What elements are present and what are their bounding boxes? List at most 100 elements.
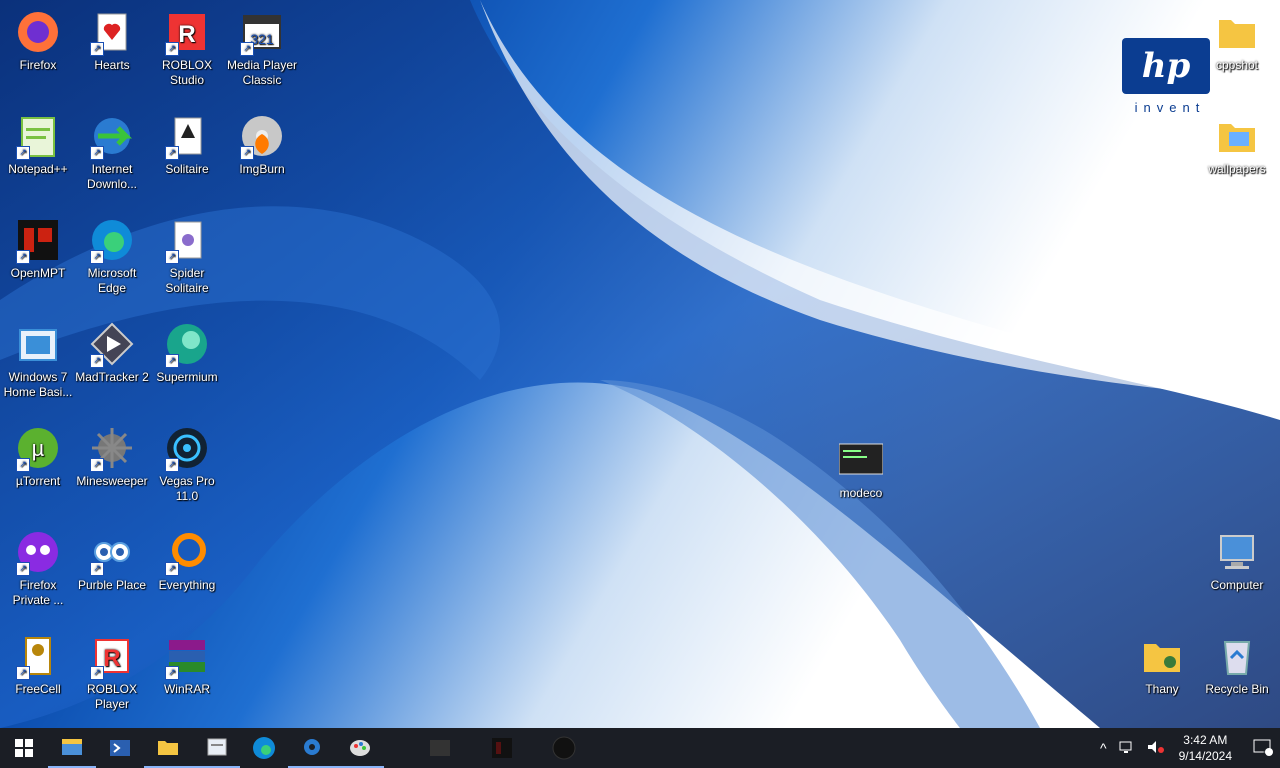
desktop-icon-label: ROBLOX Player xyxy=(86,682,137,711)
desktop-icon-purble-place[interactable]: ↗ Purble Place xyxy=(74,528,150,593)
openmpt-icon: ↗ xyxy=(14,216,62,264)
desktop-icon-label: Hearts xyxy=(94,58,130,72)
desktop-icon-solitaire[interactable]: ↗ Solitaire xyxy=(149,112,225,177)
action-center-button[interactable]: 1 xyxy=(1240,728,1280,768)
vegas-pro-icon: ↗ xyxy=(163,424,211,472)
clock[interactable]: 3:42 AM 9/14/2024 xyxy=(1171,732,1240,764)
taskbar-media-player-classic[interactable] xyxy=(416,728,464,768)
desktop-icon-label: wallpapers xyxy=(1208,162,1266,176)
desktop-icon-windows7[interactable]: Windows 7 Home Basi... xyxy=(0,320,76,400)
taskbar-app[interactable] xyxy=(540,728,588,768)
volume-muted-icon[interactable] xyxy=(1141,740,1171,757)
windows-start-icon xyxy=(15,739,33,757)
taskbar-file-explorer[interactable] xyxy=(48,728,96,768)
desktop-icon-cppshot[interactable]: cppshot xyxy=(1199,8,1275,73)
hearts-icon: ↗ xyxy=(88,8,136,56)
hp-logo: hp xyxy=(1122,38,1210,94)
media-player-classic-icon xyxy=(430,740,450,756)
desktop-icon-label: ROBLOX Studio xyxy=(161,58,212,87)
desktop-icon-thany[interactable]: Thany xyxy=(1124,632,1200,697)
firefox-private-icon: ↗ xyxy=(14,528,62,576)
desktop-icon-firefox-private[interactable]: ↗ Firefox Private ... xyxy=(0,528,76,608)
roblox-player-icon: R ↗ xyxy=(88,632,136,680)
desktop-icon-label: Recycle Bin xyxy=(1205,682,1269,696)
imgburn-icon: ↗ xyxy=(238,112,286,160)
desktop-icon-recycle-bin[interactable]: Recycle Bin xyxy=(1199,632,1275,697)
desktop-icon-computer[interactable]: Computer xyxy=(1199,528,1275,593)
utorrent-icon: µ ↗ xyxy=(14,424,62,472)
folder-icon xyxy=(1213,8,1261,56)
desktop-icon-media-player-classic[interactable]: 321 ↗ Media Player Classic xyxy=(224,8,300,88)
taskbar-openmpt[interactable] xyxy=(478,728,526,768)
desktop-icon-label: FreeCell xyxy=(15,682,61,696)
edge-icon: ↗ xyxy=(88,216,136,264)
taskbar-powershell[interactable] xyxy=(96,728,144,768)
svg-text:R: R xyxy=(178,21,195,48)
madtracker-icon: ↗ xyxy=(88,320,136,368)
desktop-icon-roblox-player[interactable]: R ↗ ROBLOX Player xyxy=(74,632,150,712)
start-button[interactable] xyxy=(0,728,48,768)
desktop-icon-label: ImgBurn xyxy=(239,162,285,176)
desktop-icon-label: Minesweeper xyxy=(76,474,148,488)
desktop-icon-edge[interactable]: ↗ Microsoft Edge xyxy=(74,216,150,296)
file-explorer-icon xyxy=(62,739,82,755)
taskbar-edge[interactable] xyxy=(240,728,288,768)
firefox-icon xyxy=(14,8,62,56)
desktop-icon-imgburn[interactable]: ↗ ImgBurn xyxy=(224,112,300,177)
windows7-icon xyxy=(14,320,62,368)
desktop-icon-modeco[interactable]: modeco xyxy=(823,436,899,501)
desktop-icon-spider-solitaire[interactable]: ↗ Spider Solitaire xyxy=(149,216,225,296)
desktop-icon-label: modeco xyxy=(839,486,883,500)
desktop-icon-notepadpp[interactable]: ↗ Notepad++ xyxy=(0,112,76,177)
taskbar-settings[interactable] xyxy=(288,728,336,768)
desktop-icon-vegas-pro[interactable]: ↗ Vegas Pro 11.0 xyxy=(149,424,225,504)
svg-text:µ: µ xyxy=(32,436,45,461)
spider-solitaire-icon: ↗ xyxy=(163,216,211,264)
show-hidden-icons-chevron-icon[interactable]: ^ xyxy=(1094,740,1113,756)
taskbar: ^ 3:42 AM 9/14/2024 1 xyxy=(0,728,1280,768)
desktop-icon-winrar[interactable]: ↗ WinRAR xyxy=(149,632,225,697)
desktop-icon-hearts[interactable]: ↗ Hearts xyxy=(74,8,150,73)
desktop-icon-madtracker[interactable]: ↗ MadTracker 2 xyxy=(74,320,150,385)
desktop-icon-label: Supermium xyxy=(156,370,218,384)
openmpt-icon xyxy=(492,738,512,758)
idm-icon: ↗ xyxy=(88,112,136,160)
notepadpp-icon: ↗ xyxy=(14,112,62,160)
desktop-icon-openmpt[interactable]: ↗ OpenMPT xyxy=(0,216,76,281)
user-folder-icon xyxy=(1138,632,1186,680)
desktop-icon-everything[interactable]: ↗ Everything xyxy=(149,528,225,593)
clock-date: 9/14/2024 xyxy=(1178,749,1232,763)
desktop-icon-label: cppshot xyxy=(1215,58,1259,72)
paint-icon xyxy=(350,740,370,756)
clock-time: 3:42 AM xyxy=(1183,733,1228,747)
winrar-icon: ↗ xyxy=(163,632,211,680)
desktop-icon-label: OpenMPT xyxy=(10,266,66,280)
system-tray: ^ 3:42 AM 9/14/2024 1 xyxy=(1094,728,1280,768)
desktop-icon-utorrent[interactable]: µ ↗ µTorrent xyxy=(0,424,76,489)
network-icon[interactable] xyxy=(1113,740,1141,757)
desktop-icon-freecell[interactable]: ↗ FreeCell xyxy=(0,632,76,697)
desktop-icon-label: Thany xyxy=(1145,682,1179,696)
purble-place-icon: ↗ xyxy=(88,528,136,576)
desktop-icon-label: Vegas Pro 11.0 xyxy=(159,474,215,503)
folder-icon xyxy=(158,741,178,755)
desktop-icon-roblox-studio[interactable]: R ↗ ROBLOX Studio xyxy=(149,8,225,88)
desktop-icon-idm[interactable]: ↗ Internet Downlo... xyxy=(74,112,150,192)
desktop-icon-wallpapers[interactable]: wallpapers xyxy=(1199,112,1275,177)
hp-tagline: invent xyxy=(1134,100,1206,115)
taskbar-paint[interactable] xyxy=(336,728,384,768)
desktop-icon-label: Computer xyxy=(1210,578,1264,592)
taskbar-folder[interactable] xyxy=(144,728,192,768)
settings-icon xyxy=(304,739,320,755)
desktop-icon-supermium[interactable]: ↗ Supermium xyxy=(149,320,225,385)
minesweeper-icon: ↗ xyxy=(88,424,136,472)
desktop-icon-minesweeper[interactable]: ↗ Minesweeper xyxy=(74,424,150,489)
desktop-icon-label: Spider Solitaire xyxy=(165,266,209,295)
desktop-icon-label: Internet Downlo... xyxy=(86,162,138,191)
desktop-icon-firefox[interactable]: Firefox xyxy=(0,8,76,73)
desktop-icon-label: Firefox xyxy=(19,58,57,72)
desktop-icon-label: MadTracker 2 xyxy=(75,370,149,384)
folder-icon xyxy=(1213,112,1261,160)
taskbar-notepad[interactable] xyxy=(192,728,240,768)
desktop-icon-label: Windows 7 Home Basi... xyxy=(3,370,73,399)
